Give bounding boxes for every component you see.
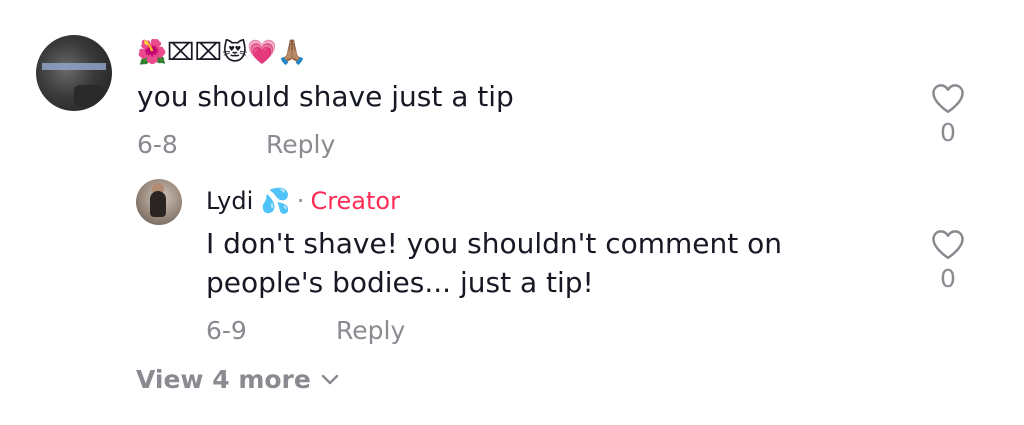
reply-date: 6-9 (206, 316, 247, 345)
avatar-image-detail (150, 191, 166, 217)
commenter-username[interactable]: 🌺⌧⌧😻💗🙏🏽 (137, 37, 307, 67)
reply-button[interactable]: Reply (336, 316, 405, 346)
comment-thread: 🌺⌧⌧😻💗🙏🏽 you should shave just a tip 6-8 … (0, 0, 1024, 425)
avatar-image-detail (42, 63, 106, 70)
reply-author-username[interactable]: Lydi 💦 (206, 186, 291, 216)
view-more-label: View 4 more (136, 365, 311, 394)
commenter-avatar[interactable] (36, 35, 112, 111)
reply-like-button[interactable]: 0 (928, 228, 968, 294)
view-more-replies-button[interactable]: View 4 more (136, 364, 339, 396)
reply-text: I don't shave! you shouldn't comment on … (206, 227, 783, 299)
reply-author-avatar[interactable] (136, 179, 182, 225)
avatar-image-detail (74, 85, 104, 107)
heart-outline-icon (932, 84, 964, 114)
heart-outline-icon (932, 230, 964, 260)
reply-like-count: 0 (940, 264, 956, 293)
chevron-down-icon (321, 374, 339, 385)
comment-date: 6-8 (137, 130, 178, 159)
reply-button[interactable]: Reply (266, 130, 335, 160)
creator-badge: Creator (310, 187, 400, 215)
comment-like-button[interactable]: 0 (928, 82, 968, 148)
reply-author-line: Lydi 💦 · Creator (206, 186, 400, 216)
comment-text: you should shave just a tip (137, 80, 514, 113)
separator-dot: · (296, 187, 305, 215)
comment-like-count: 0 (940, 118, 956, 147)
